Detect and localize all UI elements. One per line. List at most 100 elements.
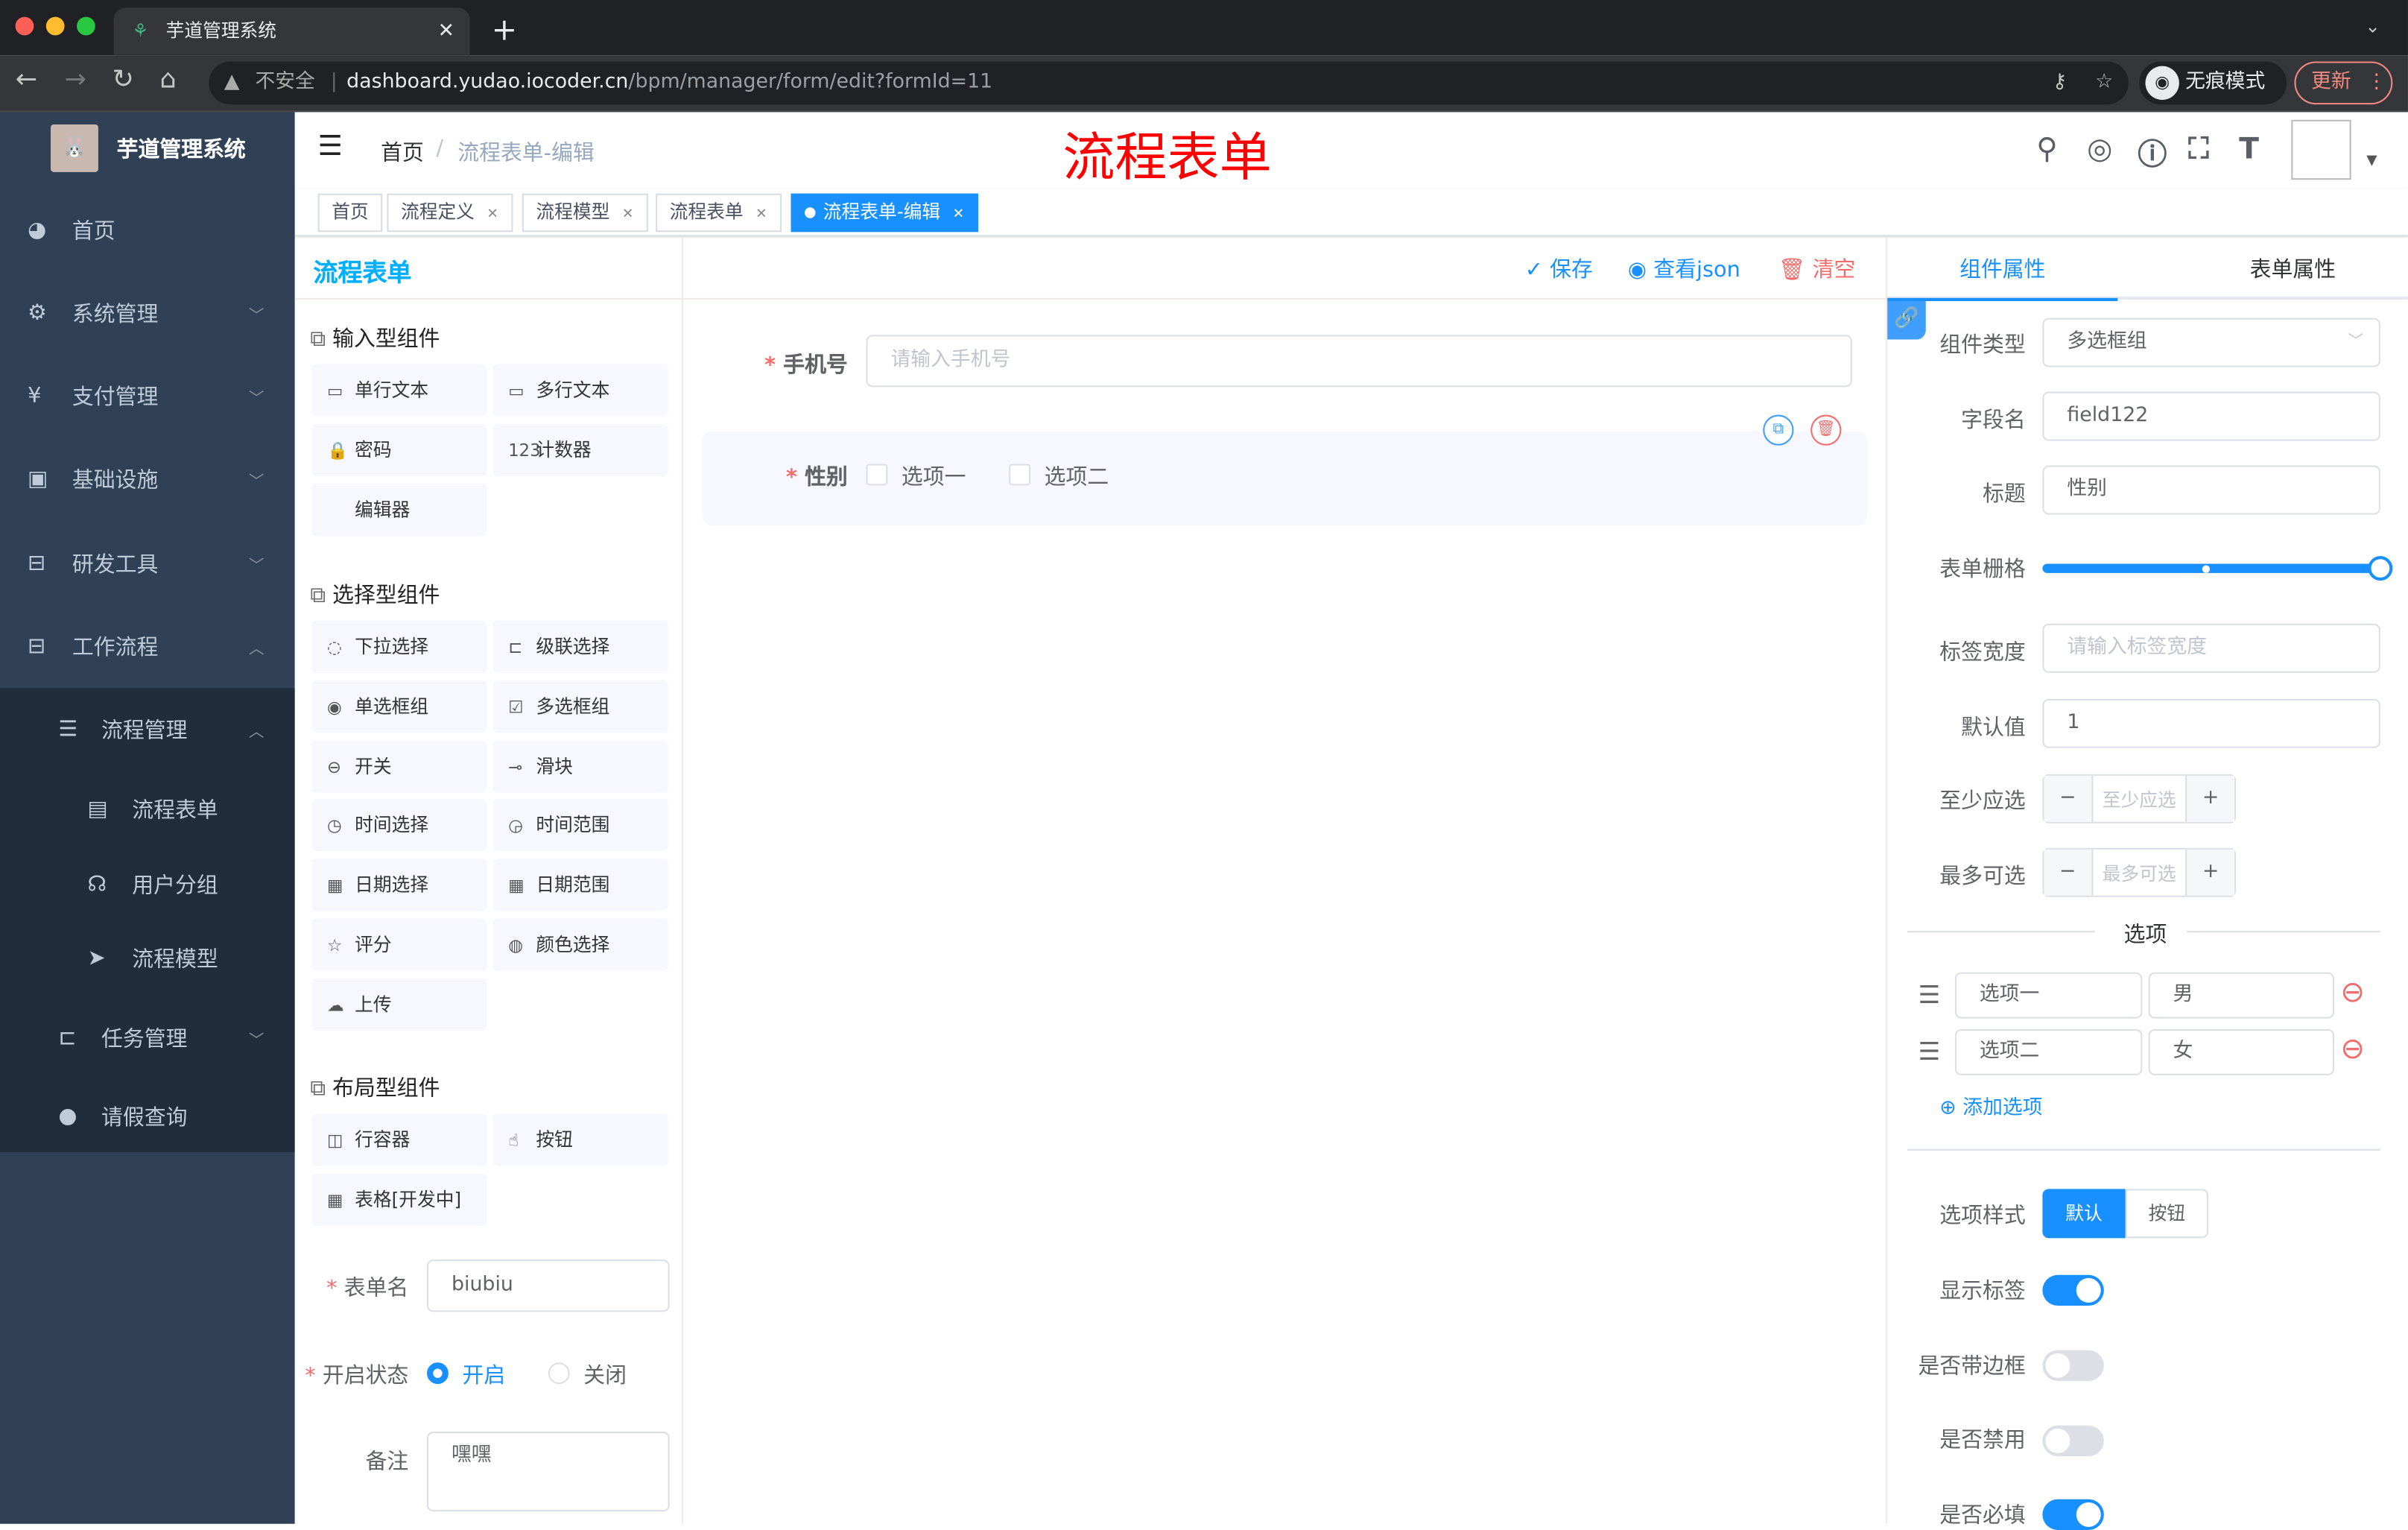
sidebar-item-process-model[interactable]: ➤ 流程模型 (0, 920, 295, 997)
tab-list-chevron-icon[interactable]: ⌄ (2365, 16, 2380, 37)
form-name-input[interactable]: biubiu (427, 1259, 670, 1312)
component-item[interactable]: ◉ 单选框组 (311, 680, 487, 733)
new-tab-button[interactable]: + (492, 10, 518, 47)
style-button-button[interactable]: 按钮 (2125, 1189, 2209, 1239)
fullscreen-icon[interactable]: ⛶ (2188, 132, 2208, 165)
option1-checkbox[interactable] (866, 464, 888, 486)
font-size-icon[interactable]: T (2239, 132, 2259, 165)
tag-process-form[interactable]: 流程表单 ✕ (656, 193, 782, 233)
avatar[interactable] (2291, 119, 2351, 180)
component-item[interactable]: ☁ 上传 (311, 978, 487, 1031)
close-tab-icon[interactable]: ✕ (438, 7, 454, 55)
component-item[interactable]: ▭ 多行文本 (492, 364, 668, 417)
update-button[interactable]: 更新 ⋮ (2294, 61, 2393, 105)
component-item[interactable]: 编辑器 (311, 483, 487, 536)
component-item[interactable]: ☝ 按钮 (492, 1113, 668, 1166)
sidebar-item-process-manage[interactable]: ☰ 流程管理 ︿ (0, 692, 295, 768)
tab-component-props[interactable]: 组件属性 (1887, 238, 2118, 301)
remove-option-icon[interactable]: ⊖ (2340, 976, 2365, 1009)
search-icon[interactable]: ⚲ (2036, 132, 2058, 165)
option-value-input[interactable]: 男 (2148, 972, 2335, 1019)
clear-button[interactable]: 🗑 清空 (1778, 253, 1856, 284)
decrement-button[interactable]: − (2044, 775, 2094, 822)
decrement-button[interactable]: − (2044, 849, 2094, 896)
max-input[interactable]: 最多可选 (2103, 860, 2176, 886)
incognito-badge[interactable]: ◉ 无痕模式 (2139, 61, 2287, 105)
maximize-window-button[interactable] (77, 16, 95, 36)
remark-textarea[interactable]: 嘿嘿 (427, 1432, 670, 1512)
minimize-window-button[interactable] (45, 16, 65, 36)
breadcrumb-home[interactable]: 首页 (381, 136, 424, 167)
sidebar-item-pay[interactable]: ¥ 支付管理 ﹀ (0, 358, 295, 434)
component-item[interactable]: ◌ 下拉选择 (311, 620, 487, 673)
sidebar-item-system[interactable]: ⚙ 系统管理 ﹀ (0, 275, 295, 352)
component-item[interactable]: ⊸ 滑块 (492, 739, 668, 792)
tag-process-model[interactable]: 流程模型 ✕ (522, 193, 647, 233)
title-input[interactable]: 性别 (2042, 465, 2380, 515)
forward-button[interactable]: → (65, 65, 86, 95)
sidebar-item-process-form[interactable]: ▤ 流程表单 (0, 771, 295, 848)
component-item[interactable]: ▦ 日期选择 (311, 859, 487, 911)
status-off-label[interactable]: 关闭 (583, 1359, 627, 1390)
component-item[interactable]: 🔒 密码 (311, 423, 487, 476)
tag-home[interactable]: 首页 (317, 193, 383, 233)
component-item[interactable]: 123计数器 (492, 423, 668, 476)
min-stepper[interactable]: − 至少应选 + (2042, 774, 2237, 824)
component-item[interactable]: ◫ 行容器 (311, 1113, 487, 1166)
border-switch[interactable] (2042, 1350, 2104, 1382)
component-item[interactable]: ☆ 评分 (311, 918, 487, 971)
github-icon[interactable]: ◎ (2087, 132, 2112, 165)
tag-process-form-edit[interactable]: 流程表单-编辑 ✕ (790, 193, 978, 233)
close-icon[interactable]: ✕ (755, 207, 767, 223)
option1-label[interactable]: 选项一 (902, 461, 966, 491)
min-input[interactable]: 至少应选 (2103, 786, 2176, 812)
increment-button[interactable]: + (2185, 849, 2235, 896)
delete-icon[interactable]: 🗑 (1810, 414, 1842, 446)
tag-process-definition[interactable]: 流程定义 ✕ (387, 193, 513, 233)
option-label-input[interactable]: 选项二 (1954, 1029, 2143, 1075)
type-select[interactable]: 多选框组 ﹀ (2042, 317, 2380, 367)
component-item[interactable]: ▦ 表格[开发中] (311, 1173, 487, 1226)
reload-button[interactable]: ↻ (112, 65, 133, 95)
component-item[interactable]: ⊏ 级联选择 (492, 620, 668, 673)
component-item[interactable]: ▦ 日期范围 (492, 859, 668, 911)
drag-handle-icon[interactable]: ☰ (1918, 1037, 1940, 1066)
sidebar-item-devtools[interactable]: ⊟ 研发工具 ﹀ (0, 525, 295, 602)
phone-input[interactable]: 请输入手机号 (866, 335, 1852, 388)
increment-button[interactable]: + (2185, 775, 2235, 822)
field-input[interactable]: field122 (2042, 391, 2380, 441)
status-on-label[interactable]: 开启 (462, 1359, 505, 1390)
status-off-radio[interactable] (548, 1362, 570, 1385)
component-item[interactable]: ◷ 时间选择 (311, 799, 487, 852)
label-width-input[interactable]: 请输入标签宽度 (2042, 623, 2380, 673)
component-item[interactable]: ☑ 多选框组 (492, 680, 668, 733)
component-item[interactable]: ◶ 时间范围 (492, 799, 668, 852)
sidebar-item-task-manage[interactable]: ⊏ 任务管理 ﹀ (0, 1000, 295, 1077)
component-item[interactable]: ⊖ 开关 (311, 739, 487, 792)
add-option-button[interactable]: ⊕ 添加选项 (1939, 1090, 2042, 1120)
remove-option-icon[interactable]: ⊖ (2340, 1032, 2365, 1066)
option-value-input[interactable]: 女 (2148, 1029, 2335, 1075)
close-icon[interactable]: ✕ (953, 207, 965, 223)
sidebar-item-workflow[interactable]: ⊟ 工作流程 ︿ (0, 608, 295, 685)
close-icon[interactable]: ✕ (622, 207, 634, 223)
status-on-radio[interactable] (427, 1362, 449, 1385)
copy-icon[interactable]: ⧉ (1763, 414, 1794, 446)
sidebar-item-user-group[interactable]: ☊ 用户分组 (0, 847, 295, 923)
drag-handle-icon[interactable]: ☰ (1918, 980, 1940, 1009)
show-label-switch[interactable] (2042, 1274, 2104, 1306)
option2-checkbox[interactable] (1009, 464, 1031, 486)
grid-slider-handle[interactable] (2368, 556, 2393, 581)
star-icon[interactable]: ☆ (2095, 61, 2113, 104)
required-switch[interactable] (2042, 1499, 2104, 1530)
sidebar-item-leave[interactable]: ● 请假查询 (0, 1078, 295, 1155)
key-icon[interactable]: ⚷ (2053, 61, 2068, 104)
default-input[interactable]: 1 (2042, 698, 2380, 748)
close-icon[interactable]: ✕ (487, 207, 498, 223)
browser-tab[interactable]: ⚘ 芋道管理系统 ✕ (113, 7, 470, 56)
url-bar[interactable]: ▲ 不安全 | dashboard.yudao.iocoder.cn/bpm/ma… (209, 61, 2129, 105)
back-button[interactable]: ← (16, 65, 37, 95)
component-item[interactable]: ▭ 单行文本 (311, 364, 487, 417)
sidebar-item-home[interactable]: ◕ 首页 (0, 192, 295, 269)
component-item[interactable]: ◍ 颜色选择 (492, 918, 668, 971)
